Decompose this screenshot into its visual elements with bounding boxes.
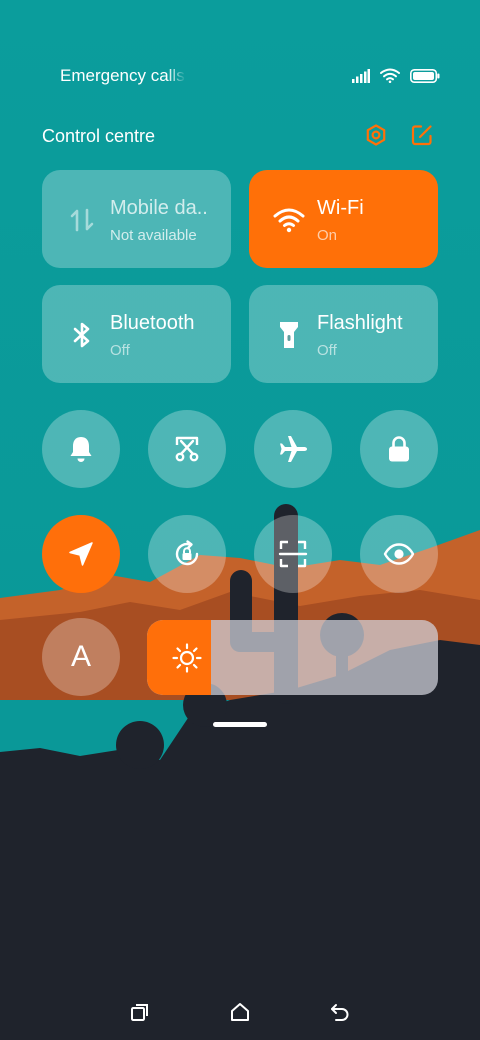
wifi-icon bbox=[380, 68, 400, 83]
signal-icon bbox=[352, 68, 370, 83]
flashlight-state: Off bbox=[317, 342, 337, 359]
mobile-data-label: Mobile da.. bbox=[110, 197, 208, 219]
back-icon bbox=[331, 1004, 349, 1021]
panel-drag-handle[interactable] bbox=[213, 722, 267, 727]
status-icons bbox=[352, 68, 440, 83]
auto-brightness-letter: A bbox=[70, 640, 91, 673]
screenshot-icon bbox=[175, 436, 199, 462]
airplane-icon bbox=[280, 436, 307, 462]
recents-icon bbox=[131, 1004, 148, 1021]
battery-icon bbox=[410, 68, 440, 83]
ring-mode-toggle[interactable] bbox=[42, 410, 120, 488]
flashlight-icon bbox=[280, 322, 298, 348]
bluetooth-tile[interactable]: Bluetooth Off bbox=[42, 285, 231, 383]
flashlight-tile[interactable]: Flashlight Off bbox=[249, 285, 438, 383]
sun-icon bbox=[172, 643, 202, 673]
bell-icon bbox=[70, 437, 92, 462]
screenshot-toggle[interactable] bbox=[148, 410, 226, 488]
wifi-icon bbox=[273, 208, 305, 233]
eye-icon bbox=[383, 543, 415, 565]
carrier-text: Emergency calls bbox=[60, 66, 185, 85]
settings-icon bbox=[366, 124, 386, 146]
mobile-data-state: Not available bbox=[110, 227, 197, 244]
wifi-state: On bbox=[317, 227, 338, 244]
airplane-mode-toggle[interactable] bbox=[254, 410, 332, 488]
rotation-lock-toggle[interactable] bbox=[148, 515, 226, 593]
scanner-toggle[interactable] bbox=[254, 515, 332, 593]
lock-screen-toggle[interactable] bbox=[360, 410, 438, 488]
reading-mode-toggle[interactable] bbox=[360, 515, 438, 593]
flashlight-label: Flashlight bbox=[317, 312, 403, 334]
lock-icon bbox=[389, 436, 409, 462]
wifi-label: Wi-Fi bbox=[317, 197, 364, 219]
bluetooth-label: Bluetooth bbox=[110, 312, 195, 334]
location-icon bbox=[69, 542, 93, 566]
rotation-lock-icon bbox=[175, 540, 199, 566]
control-centre-header: Control centre bbox=[42, 120, 438, 150]
home-icon bbox=[231, 1003, 249, 1021]
bluetooth-state: Off bbox=[110, 342, 130, 359]
status-bar: Emergency calls bbox=[60, 62, 440, 90]
recents-button[interactable] bbox=[128, 1000, 152, 1024]
edit-button[interactable] bbox=[410, 123, 434, 147]
navigation-bar bbox=[0, 996, 480, 1028]
scanner-icon bbox=[278, 540, 308, 568]
brightness-slider[interactable] bbox=[147, 620, 438, 695]
bluetooth-icon bbox=[73, 322, 90, 348]
edit-icon bbox=[411, 125, 432, 146]
wifi-tile[interactable]: Wi-Fi On bbox=[249, 170, 438, 268]
settings-button[interactable] bbox=[364, 123, 388, 147]
home-button[interactable] bbox=[228, 1000, 252, 1024]
location-toggle[interactable] bbox=[42, 515, 120, 593]
auto-brightness-toggle[interactable]: A bbox=[42, 618, 120, 696]
mobile-data-icon bbox=[70, 208, 94, 232]
mobile-data-tile[interactable]: Mobile da.. Not available bbox=[42, 170, 231, 268]
control-centre-title: Control centre bbox=[42, 126, 156, 146]
back-button[interactable] bbox=[328, 1000, 352, 1024]
